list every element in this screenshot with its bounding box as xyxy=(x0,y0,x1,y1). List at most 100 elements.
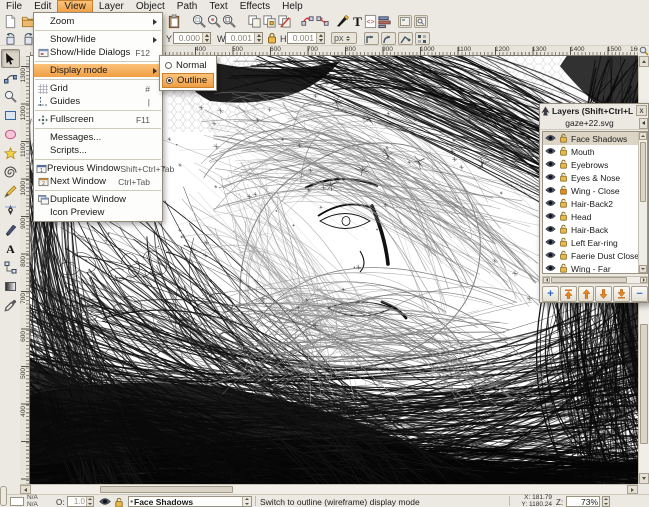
fill-stroke-swatch[interactable] xyxy=(10,497,24,506)
layer-visible-eye-icon[interactable] xyxy=(545,238,556,248)
layer-row[interactable]: Head xyxy=(543,210,647,223)
menuitem-display-mode[interactable]: Display mode xyxy=(34,64,162,77)
tool-pencil[interactable] xyxy=(1,182,20,201)
lower-layer-button[interactable] xyxy=(595,286,612,302)
menuitem-scripts[interactable]: Scripts... xyxy=(34,144,162,157)
layer-lock-icon[interactable] xyxy=(559,159,568,171)
layer-row[interactable]: Left Ear-ring xyxy=(543,236,647,249)
horizontal-scrollbar[interactable] xyxy=(20,484,638,494)
unlink-clone-button[interactable] xyxy=(276,13,293,29)
lock-ratio-toggle[interactable] xyxy=(267,32,277,46)
layer-visible-eye-icon[interactable] xyxy=(545,199,556,209)
layer-lock-icon[interactable] xyxy=(559,250,568,262)
layer-visible-eye-icon[interactable] xyxy=(545,212,556,222)
ungroup-button[interactable] xyxy=(314,13,331,29)
vertical-scroll-thumb[interactable] xyxy=(640,324,648,444)
scroll-up-button[interactable] xyxy=(639,132,647,140)
layer-lock-icon[interactable] xyxy=(559,172,568,184)
scale-stroke-toggle[interactable] xyxy=(364,32,379,45)
menu-text[interactable]: Text xyxy=(203,0,233,13)
tool-star[interactable] xyxy=(1,144,20,163)
menuitem-next-window[interactable]: 2Next WindowCtrl+Tab xyxy=(34,175,162,188)
menuitem-duplicate-window[interactable]: Duplicate Window xyxy=(34,193,162,206)
layer-visible-eye-icon[interactable] xyxy=(545,264,556,274)
tool-ellipse[interactable] xyxy=(1,125,20,144)
menuitem-guides[interactable]: Guides| xyxy=(34,95,162,108)
align-dialog-button[interactable] xyxy=(376,13,393,29)
document-tab[interactable]: gaze+22.svg xyxy=(540,118,639,128)
raise-to-top-button[interactable] xyxy=(560,286,577,302)
layer-visible-eye-icon[interactable] xyxy=(545,134,556,144)
layer-lock-icon[interactable] xyxy=(559,185,568,197)
height-spinner[interactable] xyxy=(316,33,324,43)
scroll-left-button[interactable] xyxy=(20,485,31,494)
menu-help[interactable]: Help xyxy=(276,0,309,13)
zoom-page-button[interactable] xyxy=(221,13,238,29)
layer-lock-icon[interactable] xyxy=(559,146,568,158)
menuitem-zoom[interactable]: Zoom xyxy=(34,15,162,28)
current-layer-dropdown[interactable]: ▪ Face Shadows xyxy=(128,496,252,507)
layer-visible-eye-icon[interactable] xyxy=(545,225,556,235)
menuitem-grid[interactable]: Grid# xyxy=(34,82,162,95)
menuitem-fullscreen[interactable]: FullscreenF11 xyxy=(34,113,162,126)
layer-lock-toggle[interactable] xyxy=(114,497,124,507)
layer-row[interactable]: Face Shadows xyxy=(543,132,647,145)
layer-row[interactable]: Eyes & Nose xyxy=(543,171,647,184)
tool-dropper[interactable] xyxy=(1,296,20,315)
submenu-item-normal[interactable]: Normal xyxy=(162,58,214,73)
width-field[interactable]: 0.001 xyxy=(225,32,263,44)
rotate-90-ccw-button[interactable] xyxy=(2,31,19,47)
scroll-left-button[interactable] xyxy=(543,277,550,283)
y-spinner[interactable] xyxy=(202,33,210,43)
layer-visible-eye-icon[interactable] xyxy=(545,173,556,183)
panel-grip[interactable] xyxy=(0,486,7,506)
scroll-up-button[interactable] xyxy=(639,56,649,67)
layers-dialog-titlebar[interactable]: Layers (Shift+Ctrl+L x xyxy=(540,104,648,117)
tool-connector[interactable] xyxy=(1,258,20,277)
layers-list-hscrollbar[interactable] xyxy=(542,276,648,284)
zoom-corner-icon[interactable] xyxy=(638,45,649,56)
tool-gradient[interactable] xyxy=(1,277,20,296)
tool-spiral[interactable] xyxy=(1,163,20,182)
layer-lock-icon[interactable] xyxy=(559,237,568,249)
tool-rectangle[interactable] xyxy=(1,106,20,125)
layer-lock-icon[interactable] xyxy=(559,198,568,210)
layer-row[interactable]: Mouth xyxy=(543,145,647,158)
layer-lock-icon[interactable] xyxy=(559,224,568,236)
tool-selector[interactable] xyxy=(1,49,20,68)
menuitem-show-hide-dialogs[interactable]: Show/Hide DialogsF12 xyxy=(34,46,162,59)
dialog-toggle-button-1[interactable] xyxy=(398,15,412,28)
move-gradients-toggle[interactable] xyxy=(398,32,413,45)
tool-node-editor[interactable] xyxy=(1,68,20,87)
new-layer-button[interactable]: + xyxy=(542,286,559,302)
tool-calligraphy[interactable] xyxy=(1,220,20,239)
submenu-item-outline[interactable]: Outline xyxy=(162,73,214,88)
scroll-right-button[interactable] xyxy=(627,485,638,494)
layer-lock-icon[interactable] xyxy=(559,211,568,223)
layer-visibility-toggle[interactable] xyxy=(99,497,111,506)
layer-visible-eye-icon[interactable] xyxy=(545,147,556,157)
layer-visible-eye-icon[interactable] xyxy=(545,160,556,170)
close-dialog-button[interactable]: x xyxy=(636,105,647,116)
height-field[interactable]: 0.001 xyxy=(287,32,325,44)
dialog-toggle-button-2[interactable] xyxy=(414,15,428,28)
menu-file[interactable]: File xyxy=(0,0,28,13)
menuitem-previous-window[interactable]: 1Previous WindowShift+Ctrl+Tab xyxy=(34,162,162,175)
scroll-down-button[interactable] xyxy=(639,473,649,484)
layer-row[interactable]: Hair-Back xyxy=(543,223,647,236)
menuitem-icon-preview[interactable]: Icon Preview xyxy=(34,206,162,219)
layers-hscroll-thumb[interactable] xyxy=(551,277,627,283)
tool-zoom[interactable] xyxy=(1,87,20,106)
menuitem-show-hide[interactable]: Show/Hide xyxy=(34,33,162,46)
layers-scroll-thumb[interactable] xyxy=(640,142,646,202)
layer-row[interactable]: Faerie Dust Close xyxy=(543,249,647,262)
layer-visible-eye-icon[interactable] xyxy=(545,251,556,261)
dock-arrow-button[interactable] xyxy=(639,118,648,129)
horizontal-scroll-thumb[interactable] xyxy=(100,486,233,493)
width-spinner[interactable] xyxy=(254,33,262,43)
units-dropdown[interactable]: px xyxy=(331,32,357,44)
tool-text[interactable]: A xyxy=(1,239,20,258)
raise-layer-button[interactable] xyxy=(578,286,595,302)
delete-layer-button[interactable]: − xyxy=(631,286,648,302)
zoom-spinner[interactable] xyxy=(602,496,610,507)
